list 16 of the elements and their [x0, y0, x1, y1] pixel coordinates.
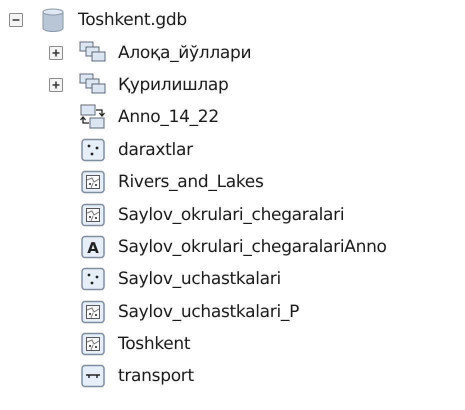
tree-item-label[interactable]: Saylov_uchastkalari — [118, 269, 281, 290]
expand-toggle[interactable] — [48, 44, 64, 61]
tree-item-label[interactable]: Toshkent.gdb — [78, 10, 187, 30]
expand-toggle[interactable] — [48, 76, 64, 93]
tree-item-label[interactable]: Rivers_and_Lakes — [118, 172, 264, 192]
linked-tables-icon — [78, 104, 108, 130]
tree-item-label[interactable]: Saylov_uchastkalari_P — [118, 302, 300, 322]
tree-item-label[interactable]: Қурилишлар — [118, 74, 229, 95]
collapse-toggle[interactable] — [8, 12, 24, 28]
tree-item-label[interactable]: transport — [118, 366, 194, 386]
tree-item-label[interactable]: Алоқа_йўллари — [118, 42, 252, 63]
tree-item-label[interactable]: daraxtlar — [118, 140, 193, 160]
tree-item-label[interactable]: Anno_14_22 — [118, 107, 219, 128]
tree-item-label[interactable]: Saylov_okrulari_chegaralari — [118, 204, 344, 225]
tree-item-label[interactable]: Saylov_okrulari_chegaralariAnno — [118, 236, 387, 257]
tree-item-label[interactable]: Toshkent — [118, 334, 190, 354]
